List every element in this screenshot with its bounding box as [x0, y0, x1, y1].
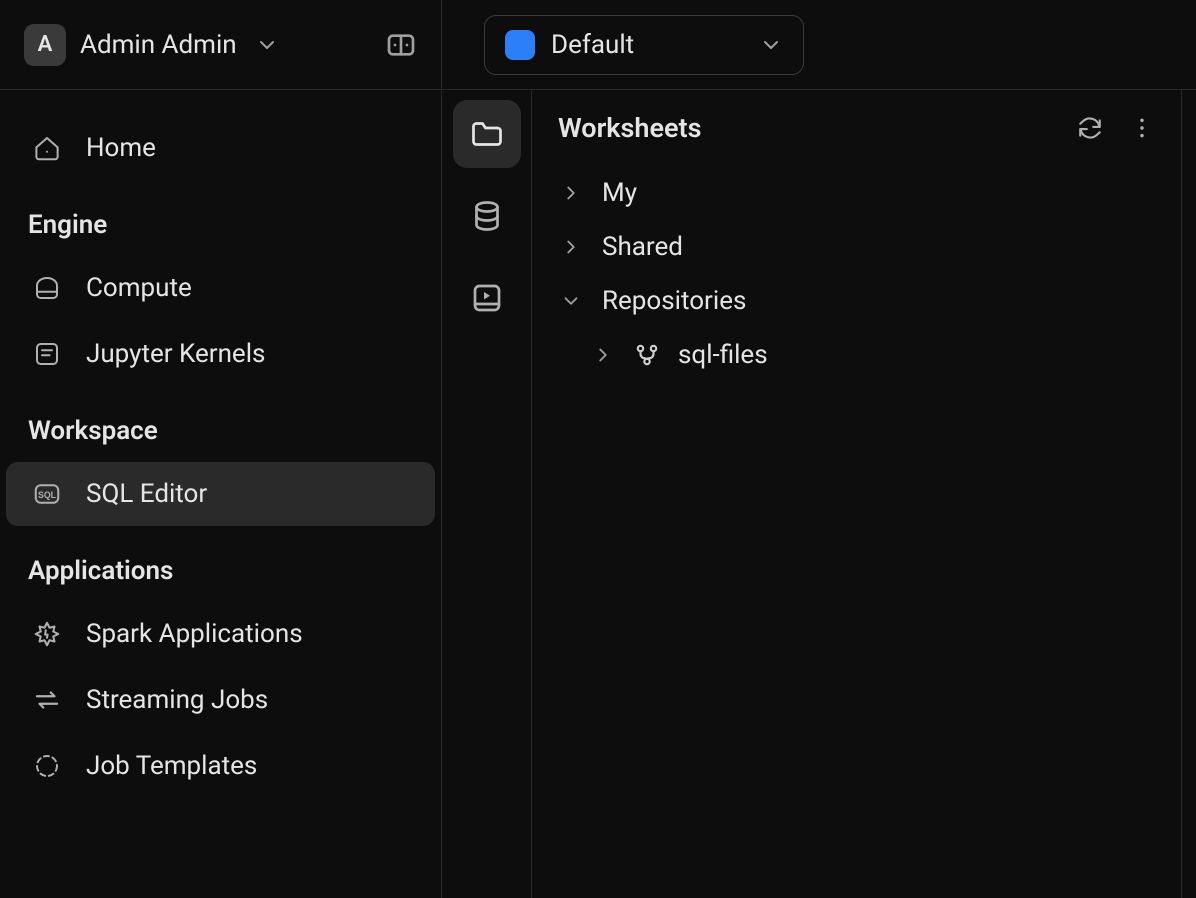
project-select[interactable]: Default [484, 15, 804, 75]
tree-my-label: My [602, 178, 637, 208]
nav-compute-label: Compute [86, 273, 192, 303]
nav-compute[interactable]: Compute [6, 256, 435, 320]
avatar: A [24, 24, 66, 66]
refresh-button[interactable] [1077, 115, 1103, 141]
topbar-right: Default [442, 0, 1196, 89]
chevron-down-icon [255, 33, 279, 57]
spark-icon [32, 619, 62, 649]
tree-shared-label: Shared [602, 232, 683, 262]
nav-spark-applications[interactable]: Spark Applications [6, 602, 435, 666]
nav-home-label: Home [86, 133, 156, 163]
layout-toggle-icon[interactable] [385, 29, 417, 61]
layout: Home Engine Compute Jupyter Kernels Work… [0, 90, 1196, 898]
jupyter-icon [32, 339, 62, 369]
tree-repositories[interactable]: Repositories [542, 274, 1171, 328]
tree-repo-item[interactable]: sql-files [542, 328, 1171, 382]
topbar: A Admin Admin Default [0, 0, 1196, 90]
nav-spark-label: Spark Applications [86, 619, 303, 649]
tree-shared[interactable]: Shared [542, 220, 1171, 274]
chevron-down-icon [558, 290, 584, 312]
sql-icon: SQL [32, 479, 62, 509]
rail-book[interactable] [453, 264, 521, 332]
panel-actions [1077, 115, 1155, 141]
chevron-right-icon [558, 236, 584, 258]
section-workspace-header: Workspace [0, 388, 441, 460]
rail-database[interactable] [453, 182, 521, 250]
rail-folder[interactable] [453, 100, 521, 168]
compute-icon [32, 273, 62, 303]
book-icon [469, 280, 505, 316]
chevron-right-icon [558, 182, 584, 204]
nav-streaming-label: Streaming Jobs [86, 685, 268, 715]
nav-home[interactable]: Home [6, 116, 435, 180]
project-color-swatch [505, 30, 535, 60]
more-button[interactable] [1129, 115, 1155, 141]
worksheets-tree: My Shared Repositories [532, 166, 1181, 382]
sidebar: Home Engine Compute Jupyter Kernels Work… [0, 90, 442, 898]
chevron-down-icon [759, 33, 783, 57]
section-engine-header: Engine [0, 182, 441, 254]
git-branch-icon [634, 342, 660, 368]
nav-sql-editor[interactable]: SQL SQL Editor [6, 462, 435, 526]
tree-repo-item-label: sql-files [678, 340, 768, 370]
nav-streaming-jobs[interactable]: Streaming Jobs [6, 668, 435, 732]
templates-icon [32, 751, 62, 781]
nav-sql-editor-label: SQL Editor [86, 479, 207, 509]
project-name: Default [551, 30, 634, 60]
svg-text:SQL: SQL [38, 490, 57, 500]
panel-title: Worksheets [558, 112, 702, 144]
nav-jupyter[interactable]: Jupyter Kernels [6, 322, 435, 386]
nav-templates-label: Job Templates [86, 751, 257, 781]
chevron-right-icon [590, 344, 616, 366]
worksheets-panel: Worksheets My Shared [532, 90, 1182, 898]
home-icon [32, 133, 62, 163]
user-name: Admin Admin [80, 30, 237, 60]
tree-my[interactable]: My [542, 166, 1171, 220]
user-menu[interactable]: A Admin Admin [24, 24, 279, 66]
panel-header: Worksheets [532, 90, 1181, 166]
topbar-left: A Admin Admin [0, 0, 442, 89]
streaming-icon [32, 685, 62, 715]
nav-jupyter-label: Jupyter Kernels [86, 339, 265, 369]
secondary-rail [442, 90, 532, 898]
database-icon [469, 198, 505, 234]
folder-icon [469, 116, 505, 152]
nav-job-templates[interactable]: Job Templates [6, 734, 435, 798]
tree-repositories-label: Repositories [602, 286, 746, 316]
section-applications-header: Applications [0, 528, 441, 600]
editor-area [1182, 90, 1196, 898]
